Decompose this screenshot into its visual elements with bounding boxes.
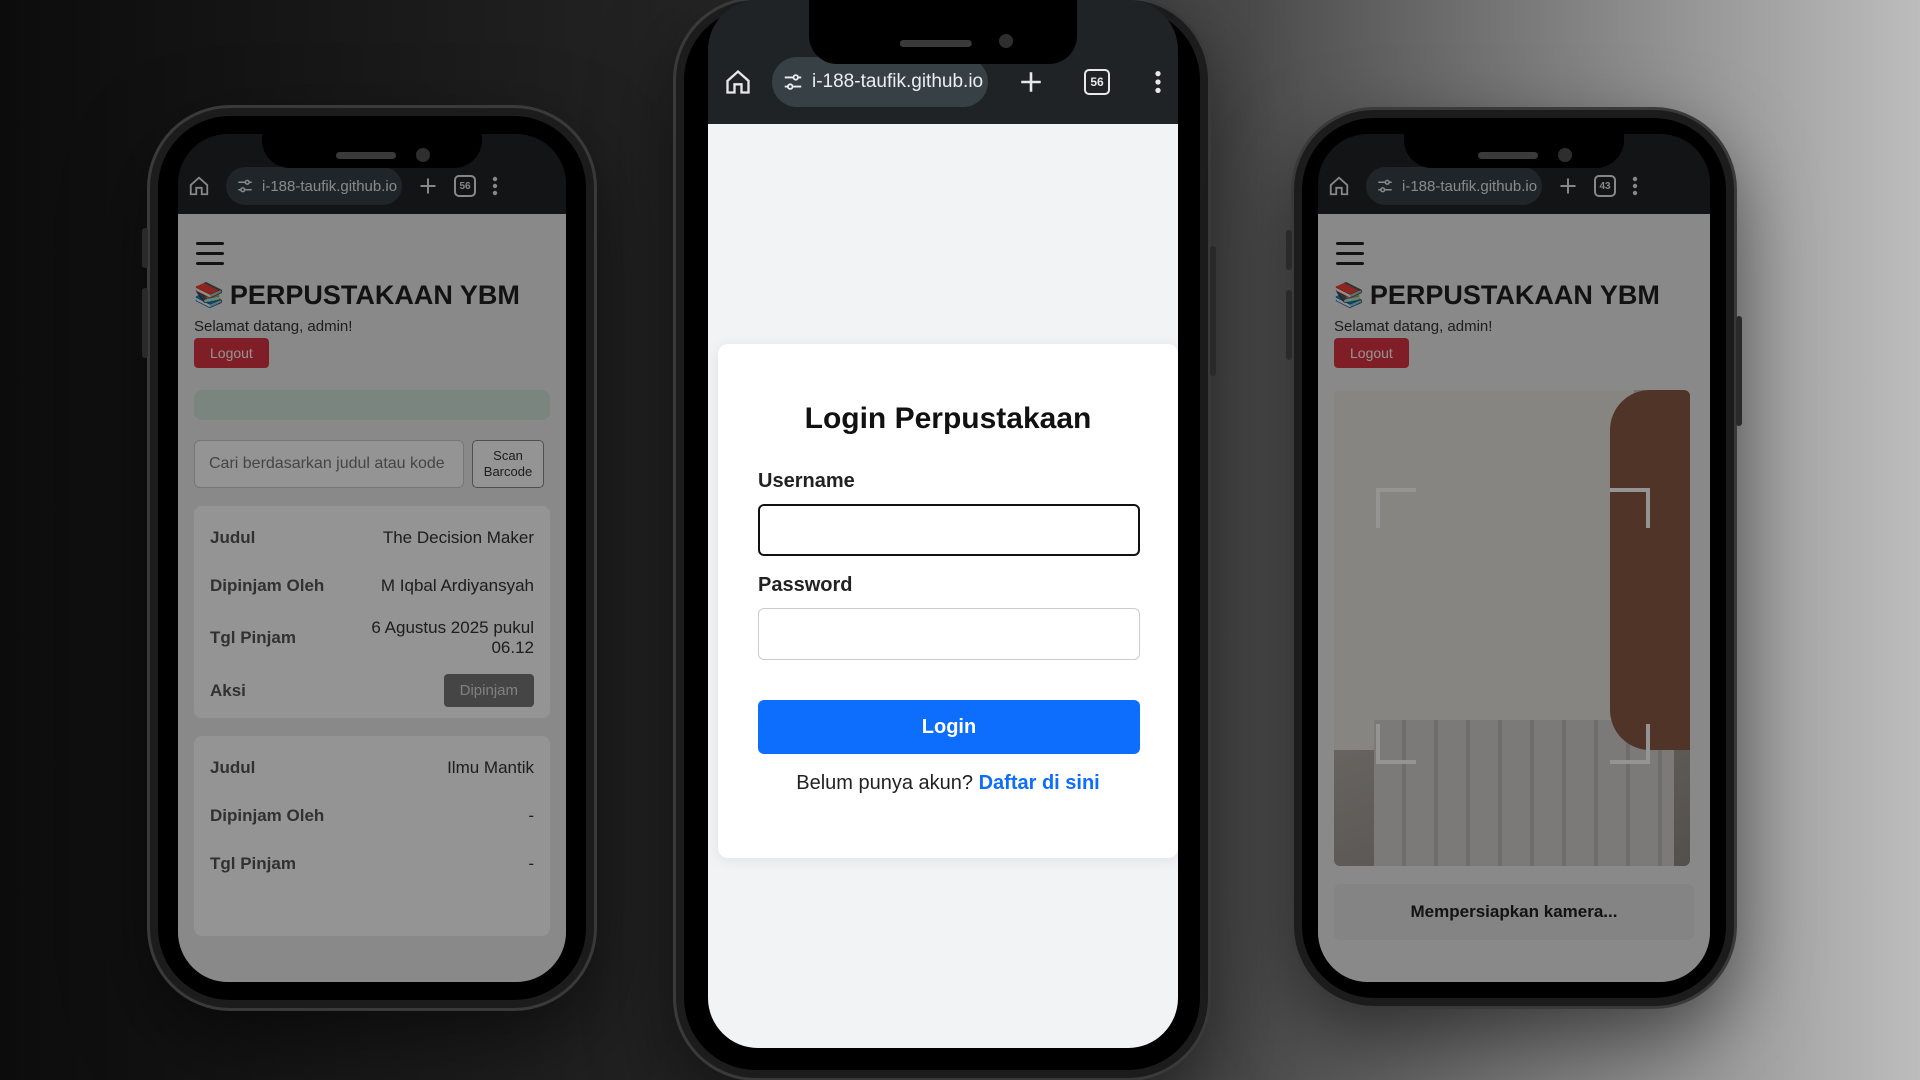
library-page: 📚 PERPUSTAKAAN YBM Selamat datang, admin… <box>178 214 566 982</box>
welcome-text: Selamat datang, admin! <box>1334 318 1493 335</box>
camera-preview <box>1334 390 1690 866</box>
tab-switcher-icon[interactable]: 43 <box>1594 175 1616 197</box>
center-phone: i-188-taufik.github.io 56 Login Perpusta… <box>676 0 1216 1078</box>
site-settings-icon[interactable] <box>782 71 804 93</box>
phone-side-button <box>1736 316 1742 426</box>
url-text: i-188-taufik.github.io <box>812 71 984 92</box>
phone-notch <box>1404 134 1624 168</box>
loan-record-card: Judul Ilmu Mantik Dipinjam Oleh - Tgl Pinj… <box>194 736 550 936</box>
books-icon: 📚 <box>1334 282 1364 309</box>
password-label: Password <box>758 574 853 596</box>
address-bar[interactable]: i-188-taufik.github.io <box>772 57 988 107</box>
home-icon[interactable] <box>188 175 210 197</box>
welcome-text: Selamat datang, admin! <box>194 318 353 335</box>
scan-frame-overlay <box>1376 488 1650 764</box>
phone-side-button <box>1286 290 1292 360</box>
status-alert <box>194 390 550 420</box>
password-field[interactable] <box>758 608 1140 660</box>
hamburger-menu-icon[interactable] <box>1336 242 1364 272</box>
login-title: Login Perpustakaan <box>804 402 1092 435</box>
phone-side-button <box>142 228 148 268</box>
url-text: i-188-taufik.github.io <box>262 177 398 195</box>
logout-button[interactable]: Logout <box>194 338 269 368</box>
menu-kebab-icon[interactable] <box>1632 176 1638 196</box>
library-page: 📚 PERPUSTAKAAN YBM Selamat datang, admin… <box>1318 214 1710 982</box>
record-row: Aksi Dipinjam <box>210 674 534 707</box>
home-icon[interactable] <box>1328 175 1350 197</box>
tab-switcher-icon[interactable]: 56 <box>1084 69 1110 95</box>
login-page: Login Perpustakaan Username Password Log… <box>708 124 1178 1048</box>
signup-prompt: Belum punya akun? Daftar di sini <box>796 772 1100 794</box>
page-title: 📚 PERPUSTAKAAN YBM <box>194 280 520 310</box>
phone-side-button <box>142 288 148 358</box>
login-card: Login Perpustakaan Username Password Log… <box>718 344 1178 858</box>
search-input[interactable]: Cari berdasarkan judul atau kode <box>194 440 464 488</box>
hamburger-menu-icon[interactable] <box>196 242 224 272</box>
center-screen: i-188-taufik.github.io 56 Login Perpusta… <box>708 0 1178 1048</box>
record-row: Dipinjam Oleh - <box>210 806 534 825</box>
right-phone: i-188-taufik.github.io 43 📚 PERPUSTAKAAN… <box>1286 110 1742 1006</box>
home-icon[interactable] <box>724 68 752 96</box>
scan-barcode-button[interactable]: Scan Barcode <box>472 440 544 488</box>
signup-link[interactable]: Daftar di sini <box>979 772 1100 794</box>
new-tab-icon[interactable] <box>418 176 438 196</box>
record-row: Judul The Decision Maker <box>210 528 534 547</box>
address-bar[interactable]: i-188-taufik.github.io <box>226 167 402 205</box>
record-row: Tgl Pinjam - <box>210 854 534 873</box>
record-row: Tgl Pinjam 6 Agustus 2025 pukul 06.12 <box>210 618 534 657</box>
site-settings-icon[interactable] <box>236 177 254 195</box>
phone-side-button <box>1286 230 1292 270</box>
tab-switcher-icon[interactable]: 56 <box>454 175 476 197</box>
new-tab-icon[interactable] <box>1558 176 1578 196</box>
phone-notch <box>262 134 482 168</box>
username-field[interactable] <box>758 504 1140 556</box>
page-title: 📚 PERPUSTAKAAN YBM <box>1334 280 1660 310</box>
camera-status: Mempersiapkan kamera... <box>1334 884 1694 940</box>
right-screen: i-188-taufik.github.io 43 📚 PERPUSTAKAAN… <box>1318 134 1710 982</box>
login-button[interactable]: Login <box>758 700 1140 754</box>
phone-side-button <box>1210 246 1216 376</box>
address-bar[interactable]: i-188-taufik.github.io <box>1366 167 1542 205</box>
menu-kebab-icon[interactable] <box>1154 70 1162 94</box>
username-label: Username <box>758 470 855 492</box>
loan-record-card: Judul The Decision Maker Dipinjam Oleh M I… <box>194 506 550 718</box>
record-row: Dipinjam Oleh M Iqbal Ardiyansyah <box>210 576 534 595</box>
left-phone: i-188-taufik.github.io 56 📚 PERPUSTAKAAN… <box>142 108 594 1008</box>
menu-kebab-icon[interactable] <box>492 176 498 196</box>
site-settings-icon[interactable] <box>1376 177 1394 195</box>
logout-button[interactable]: Logout <box>1334 338 1409 368</box>
phone-notch <box>809 0 1077 64</box>
url-text: i-188-taufik.github.io <box>1402 177 1538 195</box>
record-row: Judul Ilmu Mantik <box>210 758 534 777</box>
borrowed-button[interactable]: Dipinjam <box>443 674 534 707</box>
books-icon: 📚 <box>194 282 224 309</box>
left-screen: i-188-taufik.github.io 56 📚 PERPUSTAKAAN… <box>178 134 566 982</box>
new-tab-icon[interactable] <box>1018 69 1044 95</box>
